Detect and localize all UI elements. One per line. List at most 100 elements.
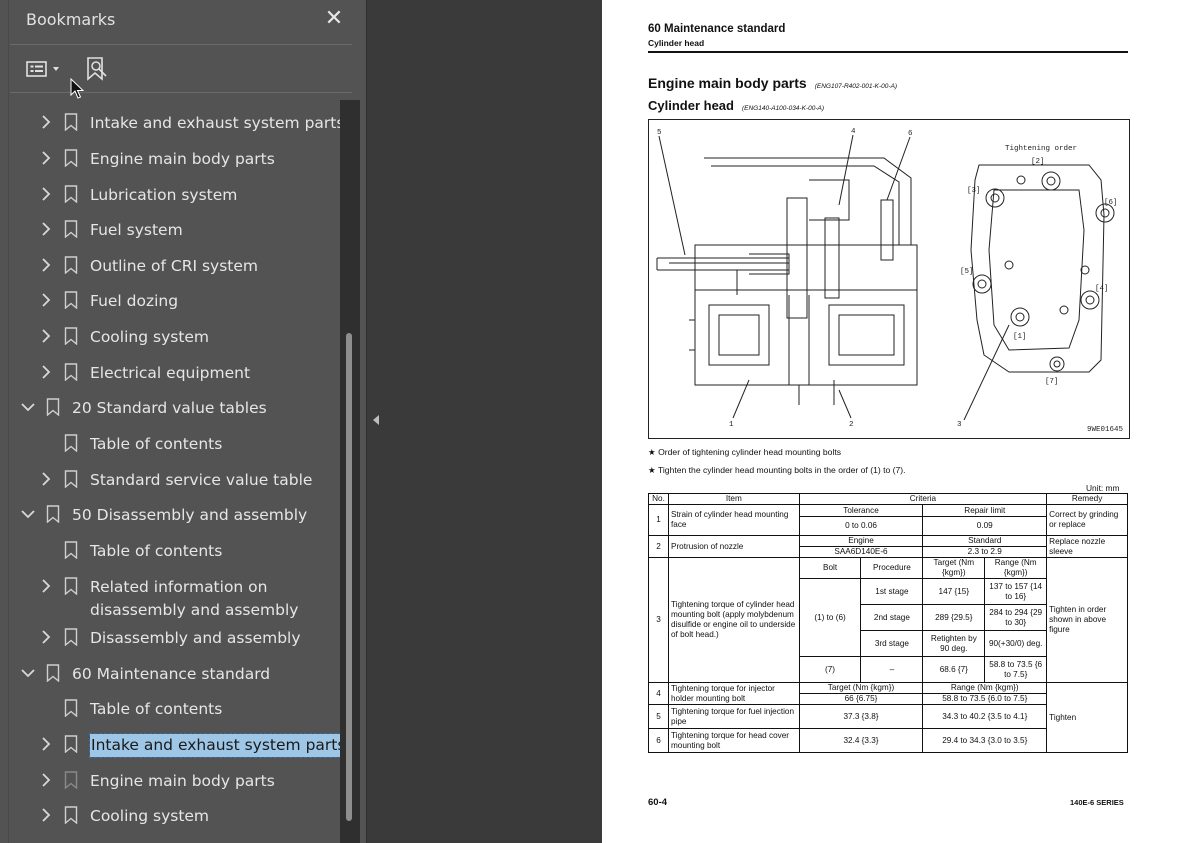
bookmark-tree: Intake and exhaust system parts Engine m… <box>0 105 348 843</box>
order-mark-7: [7] <box>1045 378 1059 386</box>
unit-label: Unit: mm <box>1086 483 1120 493</box>
bookmark-icon <box>64 434 78 452</box>
row-no: 4 <box>648 682 669 705</box>
chevron-right-icon[interactable] <box>38 364 54 380</box>
chevron-right-icon[interactable] <box>38 736 54 752</box>
bookmark-item[interactable]: Cooling system <box>0 319 340 353</box>
chevron-right-icon[interactable] <box>38 328 54 344</box>
chevron-down-icon[interactable] <box>20 506 36 522</box>
bookmark-icon <box>64 771 78 789</box>
bookmark-item[interactable]: Cooling system <box>0 798 340 832</box>
bookmark-item[interactable]: Intake and exhaust system parts <box>0 105 344 139</box>
bookmark-label: Cooling system <box>90 807 210 825</box>
figure-code: 9WE01645 <box>1087 426 1124 434</box>
chevron-right-icon[interactable] <box>38 629 54 645</box>
cell-standard: 2.3 to 2.9 <box>922 546 1048 558</box>
cell-target: Retighten by 90 deg. <box>922 630 986 657</box>
bookmark-item[interactable]: Table of contents <box>0 691 340 725</box>
bookmark-icon <box>64 291 78 309</box>
bookmark-item[interactable]: Standard service value table <box>0 462 340 496</box>
cell-target: 32.4 {3.3} <box>798 728 924 753</box>
subsection-heading: Cylinder head (ENG140-A100-034-K-00-A) <box>648 98 824 113</box>
scrollbar-thumb[interactable] <box>346 333 352 821</box>
cell-target: 37.3 {3.8} <box>798 704 924 729</box>
tightening-order-label: Tightening order <box>1005 145 1077 153</box>
cell-target: 68.6 {7} <box>922 656 986 683</box>
bookmark-item[interactable]: Fuel dozing <box>0 283 340 317</box>
cell-procedure: 2nd stage <box>860 604 924 631</box>
callout-3: 3 <box>957 421 962 429</box>
chevron-right-icon[interactable] <box>38 578 54 594</box>
chevron-right-icon[interactable] <box>38 257 54 273</box>
bookmark-label: 60 Maintenance standard <box>72 665 271 683</box>
mouse-cursor-icon <box>70 78 84 99</box>
options-menu-icon[interactable] <box>24 52 68 86</box>
cell-range: 90(+30/0) deg. <box>984 630 1048 657</box>
divider <box>10 44 352 45</box>
chevron-down-icon[interactable] <box>20 399 36 415</box>
bookmark-item[interactable]: Related information on disassembly and a… <box>0 569 340 623</box>
close-icon[interactable]: ✕ <box>322 4 346 34</box>
bookmark-label-line2: disassembly and assembly <box>90 601 299 619</box>
page-header-title: 60 Maintenance standard <box>648 23 786 35</box>
chevron-right-icon[interactable] <box>38 221 54 237</box>
bookmark-item[interactable]: Electrical equipment <box>0 355 340 389</box>
cell-range: 29.4 to 34.3 {3.0 to 3.5} <box>922 728 1048 753</box>
order-mark-1: [1] <box>1013 333 1027 341</box>
cell-procedure: – <box>860 656 924 683</box>
bookmark-icon <box>64 699 78 717</box>
note-line: ★ Tighten the cylinder head mounting bol… <box>648 465 906 475</box>
order-mark-6: [6] <box>1104 199 1118 207</box>
subsection-code: (ENG140-A100-034-K-00-A) <box>741 105 824 112</box>
bookmark-item[interactable]: 20 Standard value tables <box>0 390 340 424</box>
chevron-right-icon[interactable] <box>38 471 54 487</box>
th-standard: Standard <box>922 535 1048 547</box>
bookmark-item[interactable]: Lubrication system <box>0 177 340 211</box>
bookmark-item[interactable]: Table of contents <box>0 426 340 460</box>
bookmark-icon <box>64 806 78 824</box>
cell-bolt: (1) to (6) <box>798 578 862 657</box>
chevron-right-icon[interactable] <box>38 807 54 823</box>
cell-range: 58.8 to 73.5 {6 to 7.5} <box>984 656 1048 683</box>
callout-2: 2 <box>849 421 854 429</box>
order-mark-3: [3] <box>967 187 981 195</box>
row-item: Tightening torque for fuel injection pip… <box>667 704 800 729</box>
bookmark-item[interactable]: Disassembly and assembly <box>0 620 340 654</box>
chevron-right-icon[interactable] <box>38 292 54 308</box>
bookmark-label: Fuel system <box>90 221 183 239</box>
bookmark-item[interactable]: Engine main body parts <box>0 763 340 797</box>
bookmark-item[interactable]: Table of contents <box>0 533 340 567</box>
collapse-panel-icon[interactable] <box>370 410 382 430</box>
chevron-down-icon[interactable] <box>20 665 36 681</box>
bookmark-item[interactable]: Outline of CRI system <box>0 248 340 282</box>
bookmark-label: 50 Disassembly and assembly <box>72 506 308 524</box>
chevron-right-icon[interactable] <box>38 772 54 788</box>
bookmark-icon <box>64 327 78 345</box>
bookmark-icon <box>46 505 60 523</box>
page-number: 60-4 <box>648 797 668 808</box>
cell-target: 147 {15} <box>922 578 986 605</box>
bookmark-item[interactable]: 50 Disassembly and assembly <box>0 497 340 531</box>
row-no: 1 <box>648 504 669 536</box>
row-item: Protrusion of nozzle <box>667 535 800 558</box>
chevron-right-icon[interactable] <box>38 186 54 202</box>
th-tolerance: Tolerance <box>798 504 924 517</box>
row-no: 2 <box>648 535 669 558</box>
order-mark-4: [4] <box>1095 285 1109 293</box>
callout-4: 4 <box>851 128 856 136</box>
th-remedy: Remedy <box>1046 493 1128 505</box>
find-bookmark-icon[interactable] <box>82 52 112 86</box>
chevron-right-icon[interactable] <box>38 114 54 130</box>
bookmark-icon <box>64 363 78 381</box>
bookmark-item[interactable]: Engine main body parts <box>0 141 340 175</box>
row-remedy: Tighten <box>1046 682 1128 753</box>
bookmark-label: 20 Standard value tables <box>72 399 267 417</box>
bookmark-label: Table of contents <box>90 435 223 453</box>
chevron-right-icon[interactable] <box>38 150 54 166</box>
th-bolt: Bolt <box>798 557 862 579</box>
bookmark-item-selected[interactable]: Intake and exhaust system parts <box>0 727 348 761</box>
bookmark-item[interactable]: Fuel system <box>0 212 340 246</box>
bookmark-label: Lubrication system <box>90 186 238 204</box>
bookmark-item[interactable]: 60 Maintenance standard <box>0 656 340 690</box>
callout-5: 5 <box>657 129 662 137</box>
